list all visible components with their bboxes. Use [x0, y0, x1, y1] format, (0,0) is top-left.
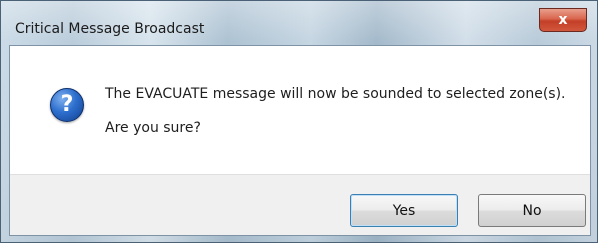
message-text: The EVACUATE message will now be sounded… — [105, 86, 566, 102]
yes-button[interactable]: Yes — [350, 194, 458, 227]
question-icon: ? — [50, 88, 84, 122]
no-button[interactable]: No — [478, 194, 586, 227]
confirm-text: Are you sure? — [105, 120, 201, 136]
close-button[interactable]: x — [539, 8, 587, 32]
dialog-body: ? The EVACUATE message will now be sound… — [9, 45, 591, 236]
close-icon: x — [558, 12, 568, 28]
message-area: ? The EVACUATE message will now be sound… — [10, 46, 590, 174]
dialog-window: Critical Message Broadcast x ? The EVACU… — [0, 0, 598, 243]
button-bar: Yes No — [10, 174, 590, 235]
window-title: Critical Message Broadcast — [15, 21, 205, 37]
question-mark-glyph: ? — [60, 92, 74, 117]
